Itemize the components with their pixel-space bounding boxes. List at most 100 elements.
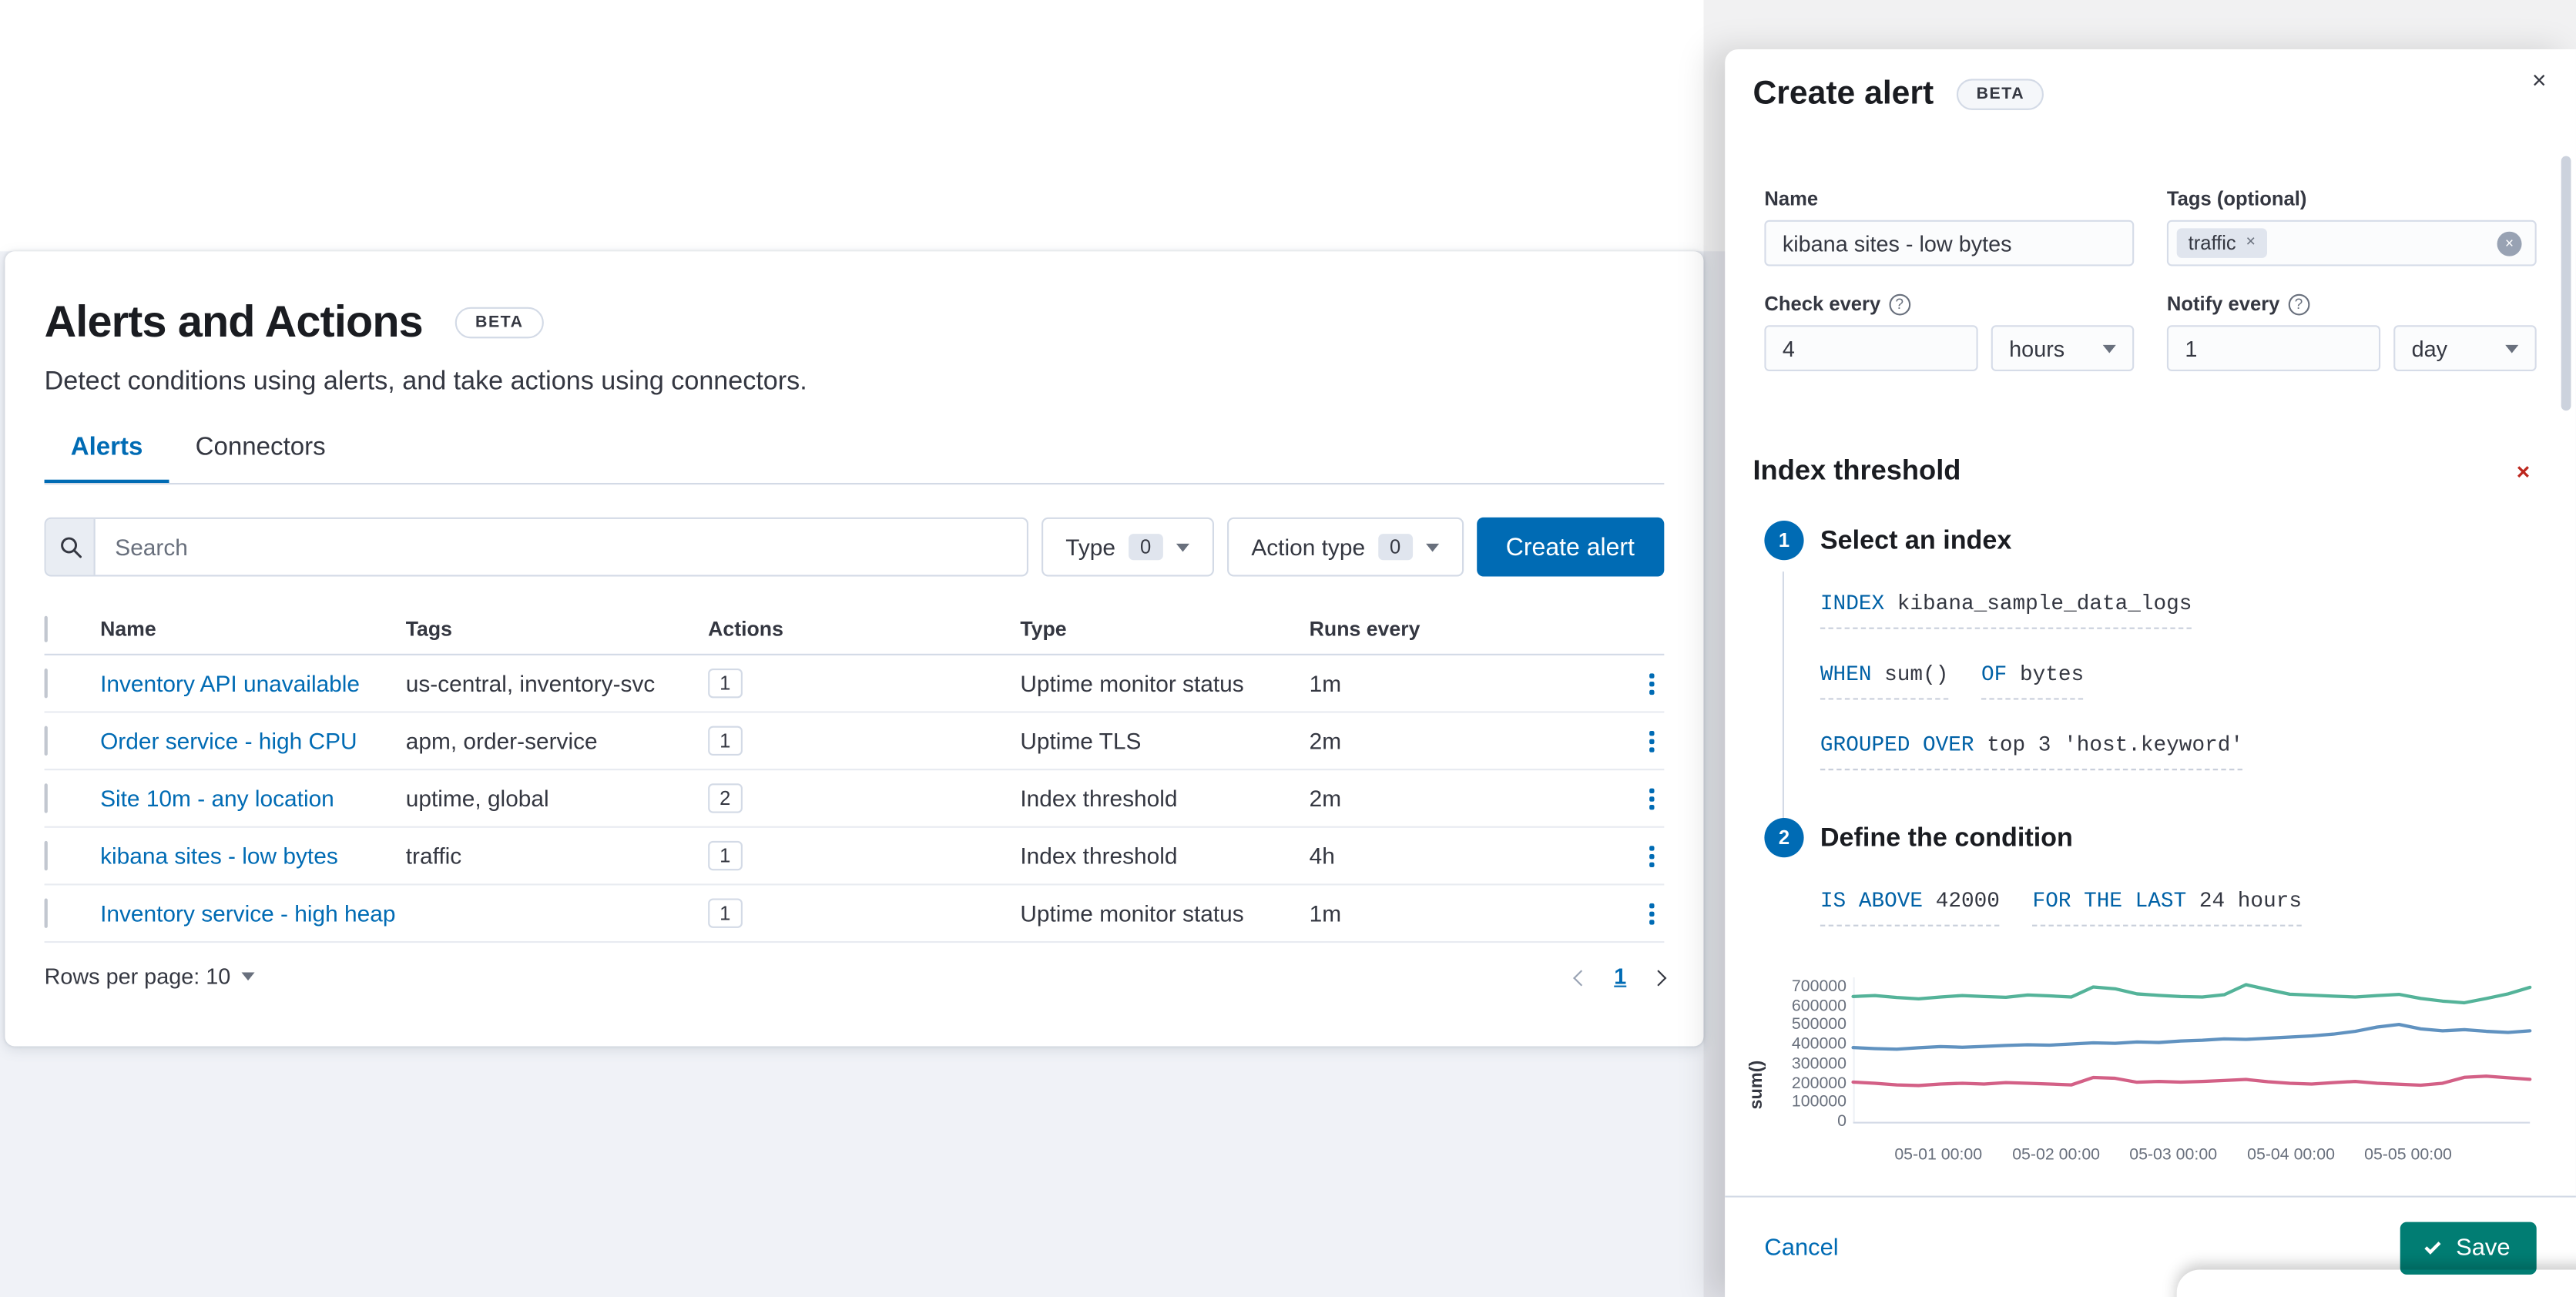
- info-icon: ?: [2288, 293, 2309, 315]
- table-row: Site 10m - any location uptime, global 2…: [44, 770, 1665, 828]
- remove-tag-icon[interactable]: ×: [2246, 234, 2256, 251]
- table-row: Inventory API unavailable us-central, in…: [44, 655, 1665, 713]
- remove-alert-type-icon[interactable]: ×: [2517, 460, 2530, 483]
- alert-name-link[interactable]: Inventory service - high heap: [100, 900, 395, 927]
- row-checkbox[interactable]: [44, 840, 48, 871]
- chevron-down-icon: [242, 972, 256, 981]
- search-input[interactable]: [95, 518, 1027, 575]
- expression-button[interactable]: WHEN sum(): [1820, 657, 1949, 700]
- filter-type[interactable]: Type 0: [1041, 517, 1214, 577]
- expression-button[interactable]: INDEX kibana_sample_data_logs: [1820, 586, 2192, 629]
- alert-name-link[interactable]: Inventory API unavailable: [100, 670, 360, 696]
- check-every-value-input[interactable]: [1764, 325, 1978, 371]
- row-checkbox[interactable]: [44, 726, 48, 756]
- x-axis-tick-label: 05-02 00:00: [2012, 1146, 2101, 1165]
- row-actions-menu-icon[interactable]: [1649, 672, 1655, 695]
- step-title: Define the condition: [1820, 824, 2073, 853]
- pagination-prev-button[interactable]: [1574, 964, 1591, 989]
- check-every-label: Check every: [1764, 292, 1881, 316]
- expression-button[interactable]: FOR THE LAST 24 hours: [2032, 883, 2303, 927]
- runs-every: 1m: [1309, 900, 1342, 927]
- filter-type-count: 0: [1129, 534, 1163, 561]
- rows-per-page-label: Rows per page: 10: [44, 964, 231, 989]
- alerts-and-actions-panel: Alerts and Actions BETA Detect condition…: [5, 251, 1704, 1047]
- row-checkbox[interactable]: [44, 668, 48, 699]
- pagination-next-button[interactable]: [1650, 964, 1667, 989]
- alert-type: Index threshold: [1020, 843, 1178, 870]
- alert-tags: traffic: [405, 843, 462, 870]
- filter-action-type[interactable]: Action type 0: [1226, 517, 1464, 577]
- chart-x-axis-line: [1853, 1121, 2531, 1124]
- runs-every: 2m: [1309, 727, 1342, 754]
- step-title: Select an index: [1820, 527, 2012, 555]
- row-actions-menu-icon[interactable]: [1649, 729, 1655, 752]
- filter-action-type-count: 0: [1378, 534, 1413, 561]
- y-axis-tick-label: 200000: [1791, 1074, 1847, 1093]
- tag-pill: traffic ×: [2176, 228, 2267, 258]
- rows-per-page-selector[interactable]: Rows per page: 10: [45, 964, 256, 989]
- tab-connectors[interactable]: Connectors: [169, 434, 352, 483]
- search-field: [44, 517, 1028, 577]
- row-checkbox[interactable]: [44, 783, 48, 813]
- column-header-tags: Tags: [405, 616, 452, 640]
- y-axis-tick-label: 300000: [1791, 1054, 1847, 1074]
- flyout-scrollbar[interactable]: [2561, 156, 2571, 411]
- y-axis-tick-label: 700000: [1791, 977, 1847, 997]
- row-actions-menu-icon[interactable]: [1649, 845, 1655, 866]
- chevron-left-icon: [1574, 970, 1591, 987]
- clear-tags-icon[interactable]: ×: [2497, 230, 2522, 256]
- step-1: 1 Select an index INDEX kibana_sample_data…: [1764, 521, 2536, 820]
- actions-count-badge: 1: [708, 726, 743, 756]
- alert-type: Index threshold: [1020, 785, 1178, 812]
- alert-type: Uptime monitor status: [1020, 670, 1244, 697]
- alert-type: Uptime TLS: [1020, 727, 1142, 754]
- search-icon: [45, 518, 96, 575]
- alert-name-link[interactable]: kibana sites - low bytes: [100, 843, 338, 869]
- tab-alerts[interactable]: Alerts: [45, 434, 169, 483]
- notify-every-value-input[interactable]: [2166, 325, 2381, 371]
- chevron-down-icon: [2505, 344, 2519, 353]
- expression-button[interactable]: OF bytes: [1981, 657, 2085, 700]
- select-all-checkbox[interactable]: [44, 615, 48, 642]
- chevron-down-icon: [2102, 344, 2116, 353]
- alert-name-input[interactable]: [1764, 220, 2135, 266]
- actions-count-badge: 1: [708, 840, 743, 871]
- row-actions-menu-icon[interactable]: [1649, 787, 1655, 809]
- alert-name-link[interactable]: Site 10m - any location: [100, 785, 334, 811]
- save-button-label: Save: [2456, 1234, 2511, 1261]
- close-flyout-icon[interactable]: ×: [2532, 69, 2547, 94]
- filter-type-label: Type: [1065, 534, 1116, 561]
- expression-button[interactable]: GROUPED OVER top 3 'host.keyword': [1820, 728, 2243, 771]
- filter-action-type-label: Action type: [1251, 534, 1366, 561]
- pagination-page-1[interactable]: 1: [1614, 964, 1626, 989]
- alert-name-link[interactable]: Order service - high CPU: [100, 728, 357, 754]
- y-axis-tick-label: 600000: [1791, 997, 1847, 1016]
- runs-every: 4h: [1309, 843, 1335, 870]
- create-alert-button[interactable]: Create alert: [1476, 517, 1665, 577]
- notify-every-unit-value: day: [2411, 336, 2448, 361]
- check-every-unit-select[interactable]: hours: [1991, 325, 2135, 371]
- alert-type-title: Index threshold: [1753, 454, 1961, 487]
- tabs-divider: [44, 482, 1665, 485]
- name-label: Name: [1764, 187, 1819, 210]
- tags-label: Tags (optional): [2166, 187, 2307, 210]
- notify-every-unit-select[interactable]: day: [2393, 325, 2537, 371]
- y-axis-tick-label: 100000: [1791, 1093, 1847, 1112]
- runs-every: 2m: [1309, 785, 1342, 812]
- chart-series-line: [1851, 1074, 2532, 1088]
- page-title: Alerts and Actions: [44, 297, 424, 347]
- save-button[interactable]: Save: [2400, 1221, 2537, 1274]
- tag-label: traffic: [2188, 231, 2236, 255]
- row-actions-menu-icon[interactable]: [1649, 902, 1655, 924]
- y-axis-tick-label: 400000: [1791, 1035, 1847, 1054]
- tab-bar: Alerts Connectors: [45, 434, 1665, 483]
- tags-combobox[interactable]: traffic × ×: [2166, 220, 2537, 266]
- alert-tags: uptime, global: [405, 785, 549, 812]
- column-header-type: Type: [1020, 616, 1067, 640]
- cancel-button[interactable]: Cancel: [1764, 1235, 1838, 1261]
- expression-button[interactable]: IS ABOVE 42000: [1820, 883, 2000, 927]
- chart-series-line: [1851, 1022, 2532, 1051]
- column-header-runs-every: Runs every: [1309, 616, 1420, 640]
- row-checkbox[interactable]: [44, 898, 48, 928]
- chevron-right-icon: [1650, 970, 1667, 987]
